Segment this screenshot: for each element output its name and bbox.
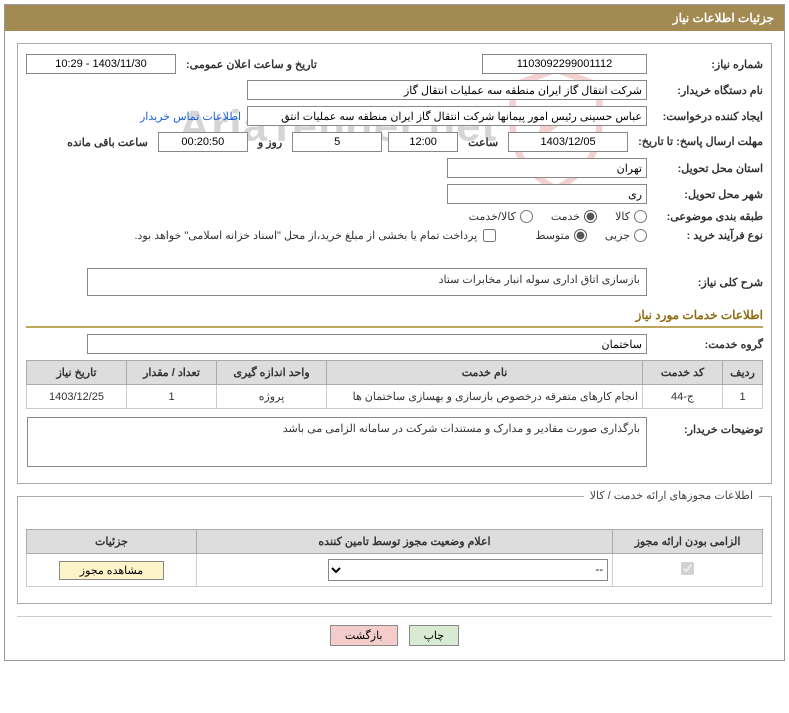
purchase-radio-minor-input[interactable] [634,229,647,242]
cell-row: 1 [723,385,763,409]
subject-radio-service-label: خدمت [551,210,580,223]
purchase-radio-medium-label: متوسط [535,229,570,242]
purchase-type-label: نوع فرآیند خرید : [653,229,763,242]
purchase-radio-minor-label: جزیی [605,229,630,242]
license-row: -- مشاهده مجوز [27,554,763,587]
service-table: ردیف کد خدمت نام خدمت واحد اندازه گیری ت… [26,360,763,409]
city-field[interactable] [447,184,647,204]
main-panel: شماره نیاز: تاریخ و ساعت اعلان عمومی: نا… [17,43,772,484]
th-row: ردیف [723,361,763,385]
cell-code: ج-44 [643,385,723,409]
license-table: الزامی بودن ارائه مجوز اعلام وضعیت مجوز … [26,529,763,587]
license-mandatory-cell [613,554,763,587]
deadline-time-field[interactable] [388,132,458,152]
treasury-checkbox[interactable]: پرداخت تمام یا بخشی از مبلغ خرید،از محل … [134,229,496,242]
license-panel: اطلاعات مجوزهای ارائه خدمت / کالا الزامی… [17,496,772,604]
purchase-radio-medium[interactable]: متوسط [535,229,587,242]
subject-radio-goods-service-input[interactable] [520,210,533,223]
need-desc-label: شرح کلی نیاز: [653,276,763,289]
deadline-remaining-field[interactable] [158,132,248,152]
th-name: نام خدمت [327,361,643,385]
subject-radio-goods-input[interactable] [634,210,647,223]
subject-radio-goods-service-label: کالا/خدمت [469,210,516,223]
license-legend: اطلاعات مجوزهای ارائه خدمت / کالا [584,489,759,502]
buyer-contact-link[interactable]: اطلاعات تماس خریدار [140,110,241,123]
cell-name: انجام کارهای متفرقه درخصوص بازسازی و بهس… [327,385,643,409]
license-details-cell: مشاهده مجوز [27,554,197,587]
buyer-org-label: نام دستگاه خریدار: [653,84,763,97]
th-details: جزئیات [27,530,197,554]
need-desc-field[interactable]: بازسازی اتاق اداری سوله انبار مخابرات ست… [87,268,647,296]
need-number-label: شماره نیاز: [653,58,763,71]
buyer-notes-field[interactable]: بارگذاری صورت مقادیر و مدارک و مستندات ش… [27,417,647,467]
province-field[interactable] [447,158,647,178]
subject-radio-service[interactable]: خدمت [551,210,597,223]
subject-radio-service-input[interactable] [584,210,597,223]
cell-unit: پروژه [217,385,327,409]
deadline-label: مهلت ارسال پاسخ: تا تاریخ: [634,135,763,149]
treasury-note: پرداخت تمام یا بخشی از مبلغ خرید،از محل … [134,229,477,242]
view-license-button[interactable]: مشاهده مجوز [59,561,164,580]
license-status-select[interactable]: -- [328,559,608,581]
service-group-label: گروه خدمت: [653,338,763,351]
th-qty: تعداد / مقدار [127,361,217,385]
purchase-radio-minor[interactable]: جزیی [605,229,647,242]
treasury-checkbox-input[interactable] [483,229,496,242]
license-mandatory-checkbox [681,562,694,575]
cell-date: 1403/12/25 [27,385,127,409]
requester-field[interactable] [247,106,647,126]
service-group-field[interactable] [87,334,647,354]
service-info-title: اطلاعات خدمات مورد نیاز [26,304,763,328]
button-row: چاپ بازگشت [17,616,772,660]
th-date: تاریخ نیاز [27,361,127,385]
print-button[interactable]: چاپ [409,625,460,646]
need-number-field[interactable] [482,54,647,74]
announce-datetime-label: تاریخ و ساعت اعلان عمومی: [182,58,321,71]
license-status-cell: -- [197,554,613,587]
subject-class-label: طبقه بندی موضوعی: [653,210,763,223]
deadline-days-label: روز و [254,136,286,149]
deadline-date-field[interactable] [508,132,628,152]
page-title: جزئیات اطلاعات نیاز [5,5,784,31]
subject-radio-goods-label: کالا [615,210,630,223]
buyer-notes-label: توضیحات خریدار: [653,417,763,436]
th-code: کد خدمت [643,361,723,385]
province-label: استان محل تحویل: [653,162,763,175]
table-row: 1 ج-44 انجام کارهای متفرقه درخصوص بازساز… [27,385,763,409]
cell-qty: 1 [127,385,217,409]
subject-radio-goods-service[interactable]: کالا/خدمت [469,210,533,223]
back-button[interactable]: بازگشت [330,625,398,646]
subject-radio-goods[interactable]: کالا [615,210,647,223]
city-label: شهر محل تحویل: [653,188,763,201]
th-mandatory: الزامی بودن ارائه مجوز [613,530,763,554]
buyer-org-field[interactable] [247,80,647,100]
purchase-radio-medium-input[interactable] [574,229,587,242]
announce-datetime-field[interactable] [26,54,176,74]
deadline-remaining-label: ساعت باقی مانده [63,136,152,149]
requester-label: ایجاد کننده درخواست: [653,110,763,123]
th-status: اعلام وضعیت مجوز توسط تامین کننده [197,530,613,554]
th-unit: واحد اندازه گیری [217,361,327,385]
deadline-days-field[interactable] [292,132,382,152]
deadline-time-label: ساعت [464,136,502,149]
